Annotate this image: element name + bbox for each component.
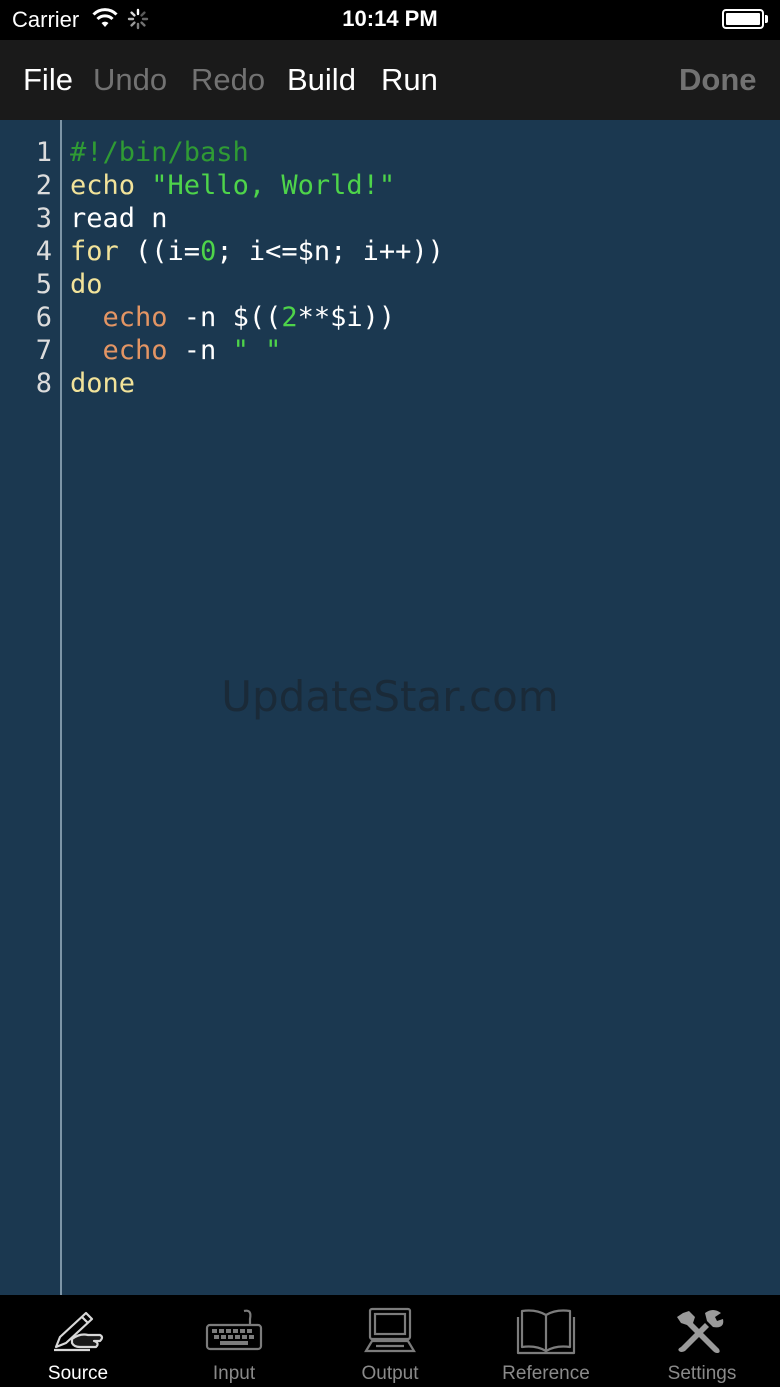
code-token-comment: #!/bin/bash [70, 137, 249, 168]
code-token-string: " " [232, 335, 282, 366]
code-line[interactable]: echo "Hello, World!" [70, 169, 444, 202]
line-number: 3 [35, 203, 52, 234]
code-line[interactable]: echo -n $((2**$i)) [70, 301, 444, 334]
code-token-number: 0 [200, 236, 217, 267]
line-number: 6 [35, 302, 52, 333]
editor-toolbar: File Undo Redo Build Run Done [0, 40, 780, 120]
code-editor[interactable]: 12345678 #!/bin/bash echo "Hello, World!"… [0, 120, 780, 1295]
battery-icon [722, 9, 764, 29]
tab-input[interactable]: Input [156, 1295, 312, 1387]
code-token-keyword: for [70, 236, 119, 267]
code-token-keyword: echo [70, 170, 136, 201]
code-token-number: 2 [281, 302, 298, 333]
run-button[interactable]: Run [381, 63, 438, 97]
file-button[interactable]: File [23, 63, 73, 97]
tab-source-label: Source [47, 1363, 109, 1384]
code-token-keyword: do [70, 269, 103, 300]
keyboard-icon [204, 1307, 264, 1358]
code-token-keyword: done [70, 368, 136, 399]
line-number: 4 [35, 236, 52, 267]
line-number: 8 [35, 368, 52, 399]
code-line[interactable]: echo -n " " [70, 334, 444, 367]
status-time: 10:14 PM [342, 6, 438, 31]
watermark: UpdateStar.com [221, 672, 559, 721]
undo-button[interactable]: Undo [93, 63, 167, 97]
line-number-gutter: 12345678 [0, 136, 52, 400]
open-book-icon [516, 1307, 576, 1360]
done-button[interactable]: Done [679, 63, 757, 97]
tab-reference[interactable]: Reference [468, 1295, 624, 1387]
line-number: 1 [35, 137, 52, 168]
tab-source[interactable]: Source [0, 1295, 156, 1387]
source-code[interactable]: #!/bin/bash echo "Hello, World!" read n for… [70, 136, 444, 400]
tab-output[interactable]: Output [312, 1295, 468, 1387]
code-line[interactable]: for ((i=0; i<=$n; i++)) [70, 235, 444, 268]
code-line[interactable]: #!/bin/bash [70, 136, 444, 169]
code-token-plain: -n [167, 335, 233, 366]
tab-output-label: Output [361, 1363, 419, 1384]
code-token-plain: -n $(( [167, 302, 282, 333]
tab-reference-label: Reference [502, 1363, 590, 1384]
code-token-plain: ; i<=$n; i++)) [216, 236, 444, 267]
line-number: 5 [35, 269, 52, 300]
line-number: 2 [35, 170, 52, 201]
line-number: 7 [35, 335, 52, 366]
code-token-builtin: echo [102, 302, 168, 333]
build-button[interactable]: Build [287, 63, 356, 97]
code-token-plain: ((i= [118, 236, 201, 267]
battery-nub [765, 15, 768, 23]
code-token-builtin: echo [102, 335, 168, 366]
tab-input-label: Input [212, 1363, 256, 1384]
redo-button[interactable]: Redo [191, 63, 265, 97]
tab-settings-label: Settings [667, 1363, 737, 1384]
code-token-string: "Hello, World!" [151, 170, 396, 201]
pen-hand-icon [50, 1307, 106, 1358]
computer-monitor-icon [362, 1307, 418, 1360]
tab-settings[interactable]: Settings [624, 1295, 780, 1387]
code-line[interactable]: do [70, 268, 444, 301]
status-bar: Carrier 10:14 PM [0, 0, 780, 40]
code-token-plain: **$i)) [297, 302, 396, 333]
code-line[interactable]: done [70, 367, 444, 400]
code-line[interactable]: read n [70, 202, 444, 235]
tools-icon [675, 1307, 729, 1360]
code-token-plain: read n [70, 203, 168, 234]
tab-bar: Source Input Output Reference Settings [0, 1295, 780, 1387]
